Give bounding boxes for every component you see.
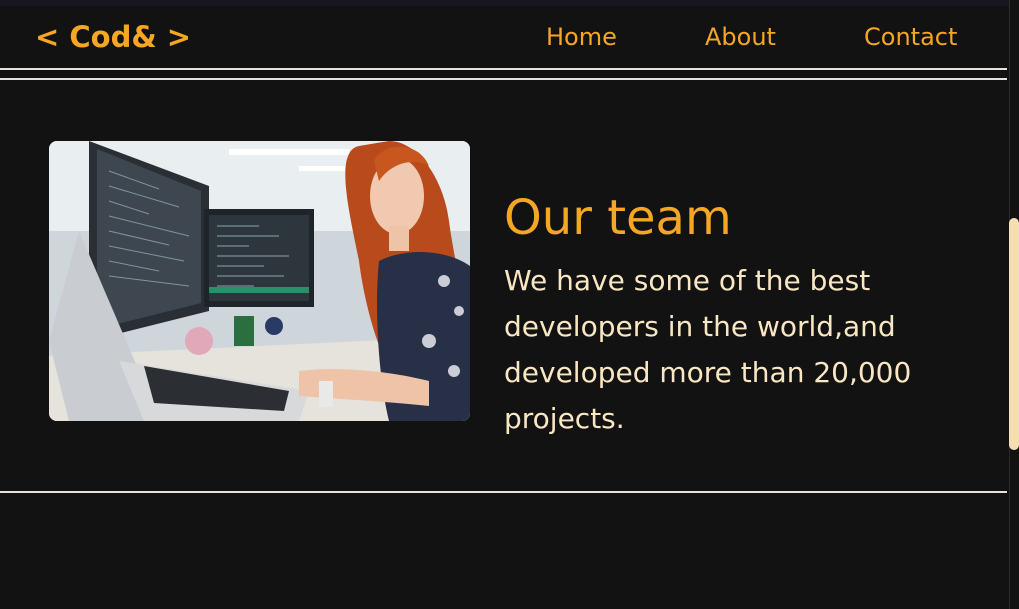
nav-home[interactable]: Home [546,23,617,51]
logo[interactable]: < Cod& > [35,20,191,54]
header-divider-2 [0,78,1007,80]
section-divider [0,491,1007,493]
office-illustration [49,141,470,421]
nav-contact[interactable]: Contact [864,23,957,51]
navbar: < Cod& > Home About Contact [0,6,1009,68]
team-photo [49,141,470,421]
header-divider [0,68,1007,70]
scrollbar-thumb[interactable] [1009,218,1019,450]
team-description: We have some of the best developers in t… [504,264,912,435]
nav-about[interactable]: About [705,23,776,51]
team-title: Our team [504,190,732,246]
